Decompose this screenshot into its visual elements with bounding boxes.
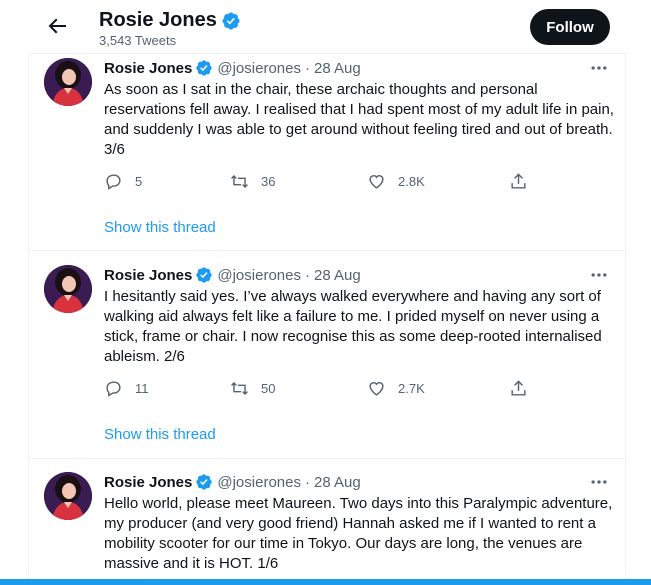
- separator-dot: ·: [304, 266, 310, 284]
- avatar-image: [44, 472, 92, 520]
- tweet-item[interactable]: Rosie Jones @josierones · 28 Aug I hesit…: [29, 265, 625, 455]
- back-arrow-icon[interactable]: [45, 14, 69, 38]
- author-name[interactable]: Rosie Jones: [104, 474, 192, 491]
- tweet-text: I hesitantly said yes. I’ve always walke…: [104, 288, 602, 365]
- author-name[interactable]: Rosie Jones: [104, 60, 192, 77]
- author-handle[interactable]: @josierones: [217, 267, 301, 284]
- reply-button[interactable]: 11: [104, 379, 149, 398]
- bottom-bar: [0, 579, 651, 585]
- profile-header: Rosie Jones 3,543 Tweets Follow: [0, 0, 651, 53]
- like-count: 2.8K: [398, 174, 425, 189]
- like-count: 2.7K: [398, 381, 425, 396]
- show-thread-link[interactable]: Show this thread: [104, 426, 216, 443]
- divider: [29, 53, 625, 54]
- tweet-count: 3,543 Tweets: [99, 33, 177, 48]
- share-button[interactable]: [509, 379, 528, 398]
- share-icon: [511, 380, 526, 396]
- tweet-date[interactable]: 28 Aug: [314, 474, 361, 491]
- share-button[interactable]: [509, 172, 528, 191]
- tweet-item[interactable]: Rosie Jones @josierones · 28 Aug As soon…: [29, 58, 625, 248]
- verified-badge-icon: [196, 60, 213, 76]
- tweet-date[interactable]: 28 Aug: [314, 267, 361, 284]
- avatar[interactable]: [44, 265, 92, 313]
- divider: [29, 250, 625, 251]
- like-icon: [369, 175, 384, 189]
- tweet-text: Hello world, please meet Maureen. Two da…: [104, 495, 613, 572]
- verified-badge-icon: [196, 474, 213, 490]
- reply-icon: [106, 174, 121, 190]
- like-icon: [369, 382, 384, 396]
- tweet-actions: 5 36 2.8K: [104, 172, 544, 192]
- share-icon: [511, 173, 526, 189]
- verified-badge-icon: [196, 267, 213, 283]
- tweet-header: Rosie Jones @josierones · 28 Aug: [104, 472, 361, 492]
- tweet-actions: 11 50 2.7K: [104, 379, 544, 399]
- avatar-image: [44, 58, 92, 106]
- tweet-header: Rosie Jones @josierones · 28 Aug: [104, 265, 361, 285]
- retweet-count: 50: [261, 381, 276, 396]
- retweet-button[interactable]: 50: [230, 379, 275, 398]
- reply-count: 5: [135, 174, 143, 189]
- retweet-icon: [231, 174, 248, 189]
- reply-icon: [106, 381, 121, 397]
- verified-badge-icon: [222, 11, 240, 30]
- reply-button[interactable]: 5: [104, 172, 142, 191]
- author-handle[interactable]: @josierones: [217, 474, 301, 491]
- retweet-button[interactable]: 36: [230, 172, 275, 191]
- author-handle[interactable]: @josierones: [217, 60, 301, 77]
- profile-name: Rosie Jones: [99, 9, 241, 32]
- tweet-text: As soon as I sat in the chair, these arc…: [104, 81, 614, 158]
- show-thread-link[interactable]: Show this thread: [104, 219, 216, 236]
- like-button[interactable]: 2.8K: [367, 172, 425, 191]
- retweet-count: 36: [261, 174, 276, 189]
- divider: [29, 458, 625, 459]
- like-button[interactable]: 2.7K: [367, 379, 425, 398]
- profile-name-text: Rosie Jones: [99, 9, 217, 31]
- avatar[interactable]: [44, 472, 92, 520]
- retweet-icon: [231, 381, 248, 396]
- more-icon[interactable]: [589, 265, 609, 285]
- separator-dot: ·: [304, 473, 310, 491]
- more-icon[interactable]: [589, 58, 609, 78]
- separator-dot: ·: [304, 59, 310, 77]
- avatar[interactable]: [44, 58, 92, 106]
- tweet-item[interactable]: Rosie Jones @josierones · 28 Aug Hello w…: [29, 472, 625, 579]
- follow-button[interactable]: Follow: [530, 9, 610, 45]
- avatar-image: [44, 265, 92, 313]
- reply-count: 11: [135, 381, 149, 396]
- more-icon[interactable]: [589, 472, 609, 492]
- tweet-header: Rosie Jones @josierones · 28 Aug: [104, 58, 361, 78]
- author-name[interactable]: Rosie Jones: [104, 267, 192, 284]
- tweet-date[interactable]: 28 Aug: [314, 60, 361, 77]
